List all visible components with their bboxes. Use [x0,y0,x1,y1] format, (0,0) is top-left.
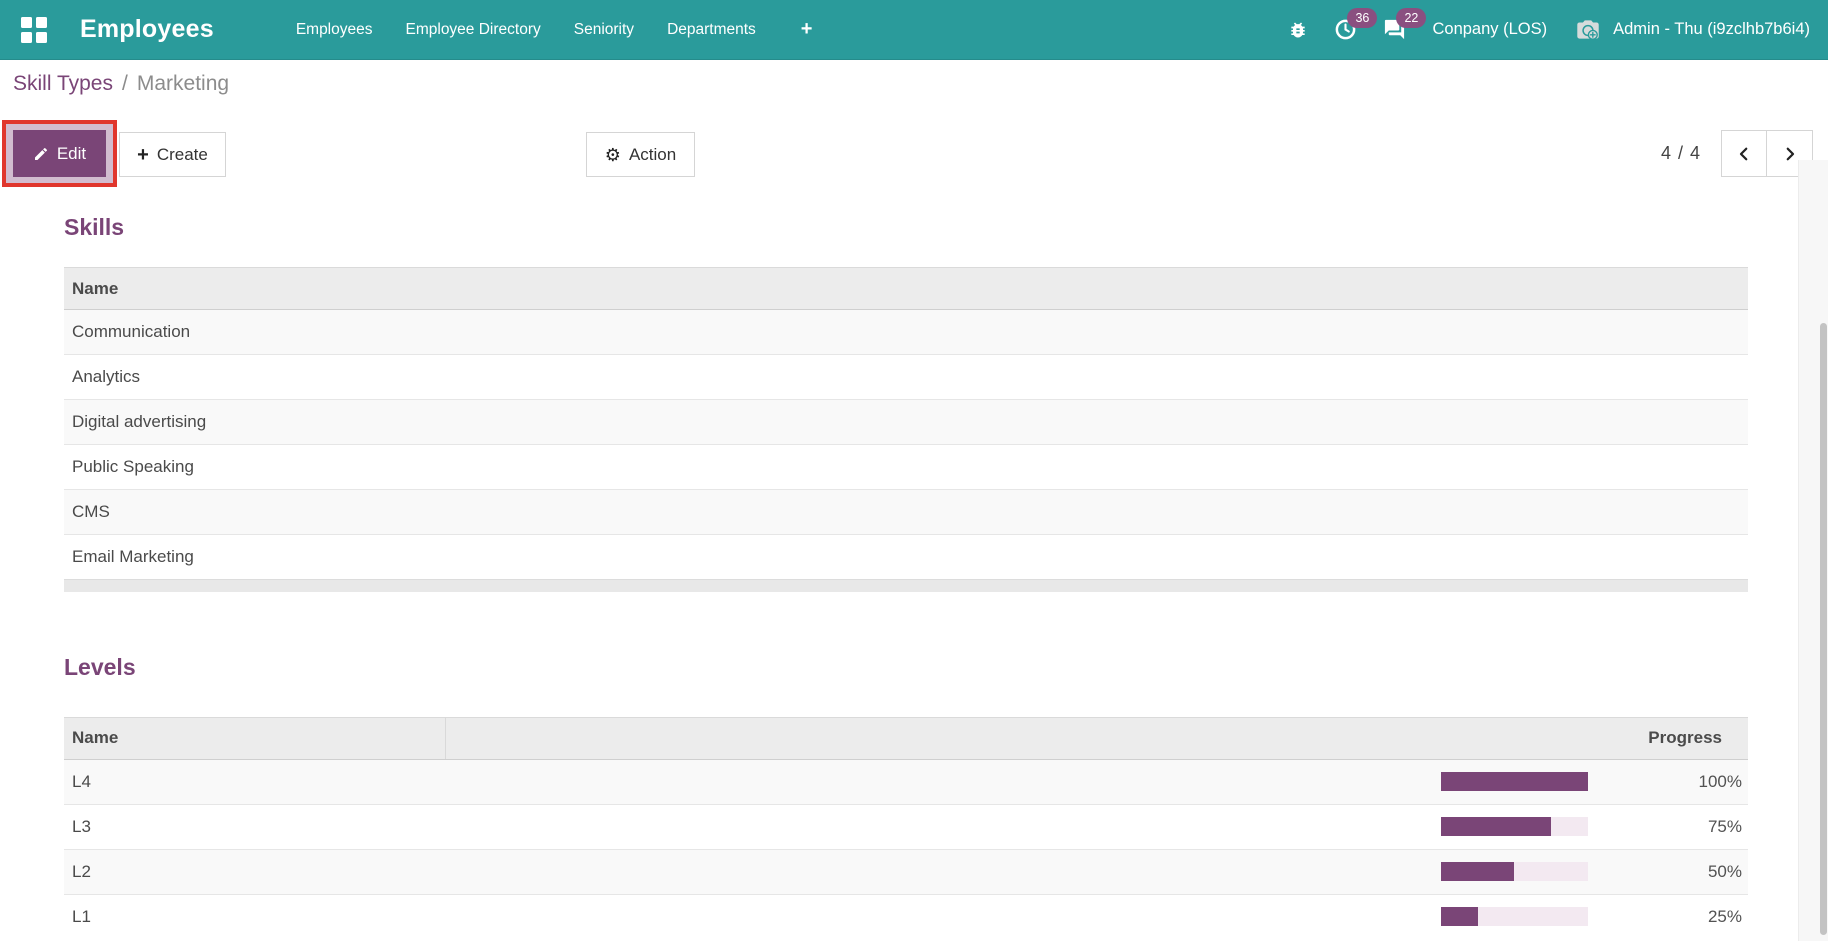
control-panel: Edit + Create ⚙ Action 4 / 4 [0,118,1828,190]
breadcrumb: Skill Types / Marketing [13,72,229,96]
action-button-label: Action [628,144,677,164]
progress-bar-track [1440,907,1588,927]
edit-button[interactable]: Edit [13,130,106,177]
skill-name-cell[interactable]: CMS [64,489,1748,535]
skills-table-footer [64,579,1748,592]
levels-section: Levels Name Progress L4 100% L3 75% L2 5… [64,653,1748,939]
vertical-scrollbar-thumb[interactable] [1820,323,1827,935]
progress-percent-label: 75% [1587,803,1748,849]
level-row[interactable]: L2 50% [64,848,1748,894]
messages-count-badge: 22 [1396,8,1427,28]
level-row[interactable]: L1 25% [64,893,1748,939]
messages-menu-button[interactable]: 22 [1383,8,1427,41]
create-button[interactable]: + Create [119,132,226,177]
plus-icon: + [137,143,149,166]
vertical-scrollbar-track[interactable] [1798,160,1828,941]
levels-name-column-header[interactable]: Name [64,716,446,760]
gear-icon: ⚙ [604,144,621,165]
pager-previous-button[interactable] [1721,130,1767,177]
skill-name-cell[interactable]: Communication [64,310,1748,355]
skills-name-column-header[interactable]: Name [64,267,1748,310]
level-name-cell[interactable]: L2 [64,848,445,894]
skill-name-cell[interactable]: Digital advertising [64,399,1748,445]
pencil-icon [34,147,47,160]
pager: 4 / 4 [1661,130,1813,177]
top-navbar: Employees Employees Employee Directory S… [0,0,1828,60]
main-menu: Employees Employee Directory Seniority D… [296,18,813,41]
breadcrumb-separator: / [122,72,128,95]
skills-table: Name Communication Analytics Digital adv… [64,267,1748,592]
company-menu[interactable]: Conpany (LOS) [1432,20,1547,39]
debug-bug-icon[interactable] [1288,20,1308,40]
action-button[interactable]: ⚙ Action [586,132,695,177]
app-title[interactable]: Employees [80,15,214,44]
levels-section-title: Levels [64,653,136,680]
red-highlight-annotation: Edit [2,120,117,187]
skill-name-cell[interactable]: Analytics [64,354,1748,400]
levels-table: Name Progress L4 100% L3 75% L2 50% L1 2… [64,716,1748,939]
skill-row[interactable]: Analytics [64,354,1748,400]
activities-menu-button[interactable]: 36 [1334,8,1378,41]
user-menu[interactable]: Admin - Thu (i9zclhb7b6i4) [1573,17,1810,43]
menu-employee-directory[interactable]: Employee Directory [406,21,541,39]
breadcrumb-skill-types-link[interactable]: Skill Types [13,72,113,96]
progress-bar-track [1440,772,1588,791]
progress-bar-fill [1440,862,1515,881]
menu-seniority[interactable]: Seniority [574,21,634,39]
skill-row[interactable]: Communication [64,309,1748,355]
level-name-cell[interactable]: L3 [64,803,445,849]
skill-row[interactable]: Public Speaking [64,444,1748,490]
progress-bar-track [1440,817,1588,836]
skill-name-cell[interactable]: Public Speaking [64,444,1748,490]
navbar-systray: 36 22 Conpany (LOS) Admin - Thu (i9zclhb… [1288,8,1814,43]
skills-section: Skills Name Communication Analytics Digi… [64,214,1748,592]
user-name-label: Admin - Thu (i9zclhb7b6i4) [1613,20,1810,38]
skill-row[interactable]: Digital advertising [64,399,1748,445]
level-name-cell[interactable]: L4 [64,759,445,804]
breadcrumb-current: Marketing [136,72,230,95]
level-name-cell[interactable]: L1 [64,893,445,939]
skill-row[interactable]: Email Marketing [64,534,1748,580]
edit-button-label: Edit [56,143,87,163]
progress-bar-track [1440,862,1588,881]
chevron-right-icon [1786,147,1794,160]
pager-count: 4 / 4 [1660,143,1701,163]
level-row[interactable]: L3 75% [64,803,1748,849]
levels-progress-column-header[interactable]: Progress [1440,716,1748,760]
progress-bar-fill [1440,772,1588,791]
chevron-left-icon [1739,147,1748,160]
skills-section-title: Skills [64,214,125,240]
camera-plus-avatar-icon [1577,19,1599,40]
apps-menu-button[interactable] [14,10,54,50]
activities-count-badge: 36 [1347,8,1378,28]
menu-departments[interactable]: Departments [667,21,756,39]
levels-spacer-column-header [445,716,1441,760]
create-button-label: Create [156,144,208,164]
progress-percent-label: 100% [1698,771,1742,791]
add-menu-button[interactable]: + [801,18,813,41]
apps-grid-icon [21,16,47,43]
skill-row[interactable]: CMS [64,489,1748,535]
progress-bar-fill [1440,907,1478,927]
form-sheet: Skills Name Communication Analytics Digi… [64,190,1748,939]
skill-name-cell[interactable]: Email Marketing [64,534,1748,580]
progress-percent-label: 25% [1587,893,1748,939]
level-row[interactable]: L4 100% [64,759,1748,804]
progress-bar-fill [1440,817,1552,836]
menu-employees[interactable]: Employees [296,21,373,39]
progress-percent-label: 50% [1587,848,1748,894]
